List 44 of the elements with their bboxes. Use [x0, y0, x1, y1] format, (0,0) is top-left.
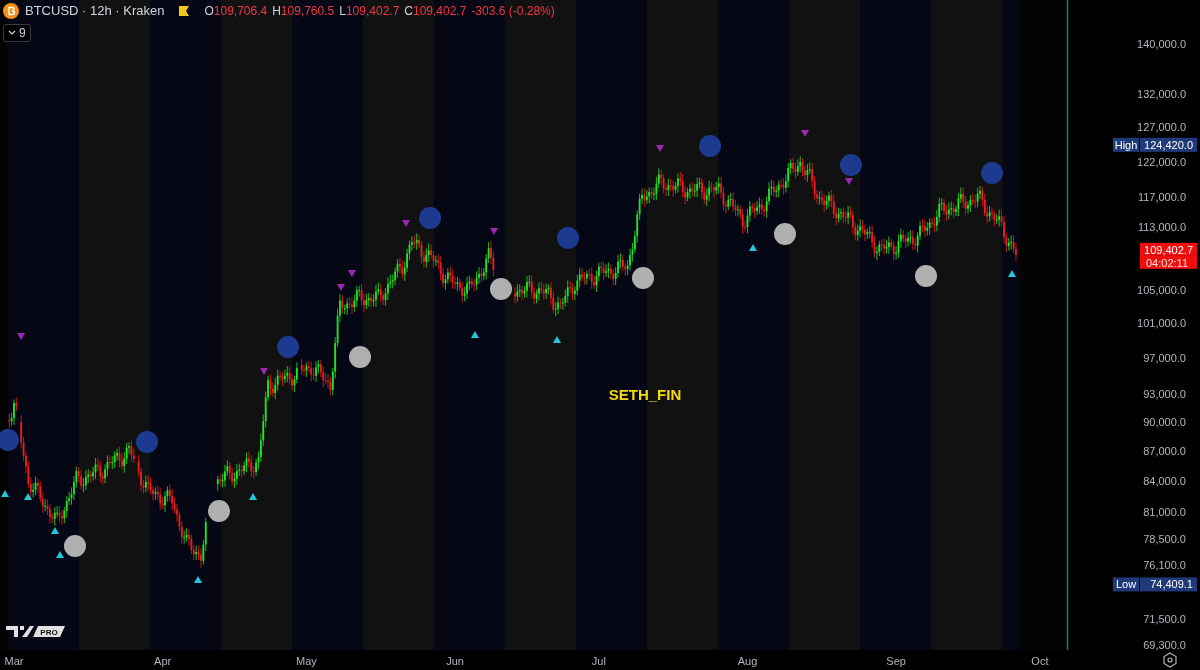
symbol-title[interactable]: BTCUSD · 12h · Kraken: [25, 2, 165, 20]
price-axis-label: 140,000.0: [1137, 38, 1186, 50]
price-change: -303.6 (-0.28%): [471, 3, 555, 20]
price-tag-name: High: [1113, 137, 1139, 152]
price-tag-value: 124,420.0: [1140, 137, 1197, 152]
time-axis-label: Aug: [737, 655, 758, 667]
price-axis-label: 113,000.0: [1137, 221, 1186, 234]
time-axis-label: Sep: [886, 655, 906, 667]
price-axis-label: 132,000.0: [1137, 88, 1186, 101]
price-axis-label: 90,000.0: [1143, 415, 1186, 428]
time-axis-label: May: [296, 655, 317, 667]
ohlc-value: 109,706.4: [213, 3, 268, 20]
ohlc-label: H: [272, 3, 281, 20]
ohlc-value: 109,402.7: [413, 3, 467, 20]
price-tag-name: Low: [1113, 577, 1139, 592]
price-axis-label: 69,300.0: [1143, 639, 1186, 652]
chart-annotation: SETH_FIN: [608, 386, 682, 403]
price-axis-label: 71,500.0: [1143, 612, 1186, 625]
indicators-toggle[interactable]: 9: [3, 24, 31, 42]
price-axis-label: 81,000.0: [1143, 505, 1186, 518]
time-axis-label: Mar: [4, 655, 24, 667]
time-axis-label: Oct: [1031, 655, 1049, 667]
price-axis-label: 122,000.0: [1137, 155, 1186, 168]
ohlc-value: 109,760.5: [280, 3, 335, 20]
ohlc-label: L: [339, 3, 346, 20]
ohlc-label: O: [204, 3, 214, 20]
time-axis-label: Apr: [154, 655, 172, 667]
price-tag-value: 74,409.1: [1140, 577, 1197, 592]
price-axis-label: 117,000.0: [1137, 191, 1186, 204]
price-axis-label: 105,000.0: [1137, 283, 1186, 296]
price-axis-label: 87,000.0: [1143, 444, 1186, 457]
time-axis-label: Jul: [591, 655, 606, 667]
price-axis-label: 101,000.0: [1137, 317, 1186, 330]
price-axis-label: 84,000.0: [1143, 474, 1186, 487]
logo-badge: PRO: [33, 626, 65, 637]
price-axis-label: 76,100.0: [1143, 559, 1186, 572]
last-price-tag: 109,402.7: [1140, 242, 1197, 256]
price-axis-label: 97,000.0: [1143, 351, 1186, 364]
price-axis-label: 127,000.0: [1137, 121, 1186, 134]
ohlc-value: 109,402.7: [345, 3, 400, 20]
ohlc-label: C: [404, 3, 413, 20]
price-axis-label: 78,500.0: [1143, 532, 1186, 545]
time-axis-label: Jun: [446, 655, 464, 667]
price-axis-label: 93,000.0: [1143, 387, 1186, 400]
